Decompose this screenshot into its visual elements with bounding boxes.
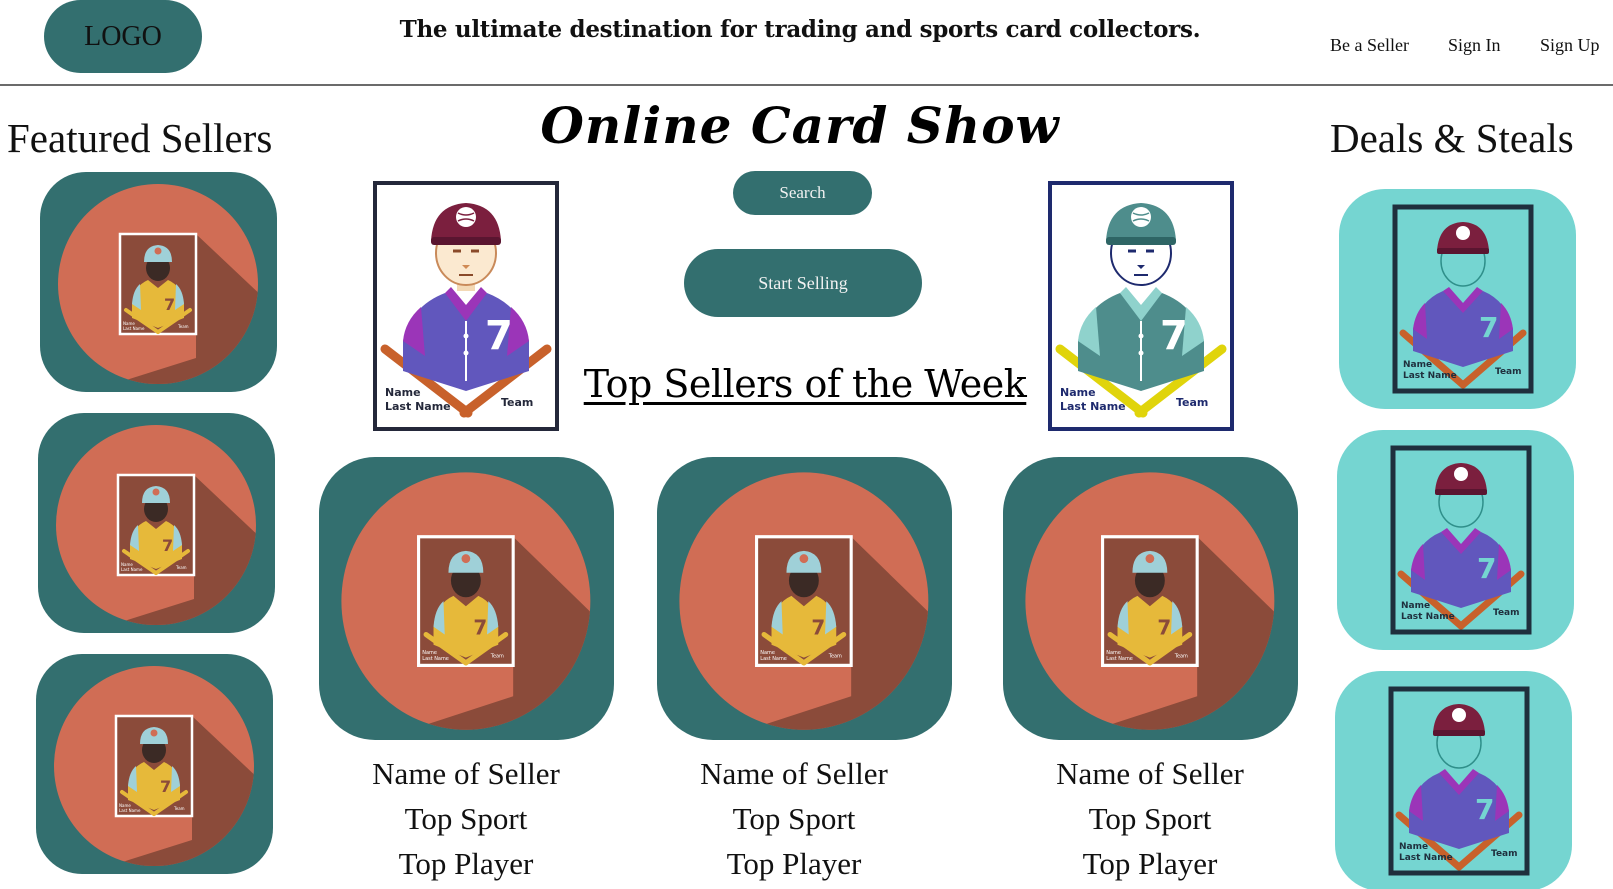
baseball-player-icon: [1337, 430, 1574, 650]
baseball-card-icon: [657, 457, 952, 740]
top-seller-info: Name of Seller Top Sport Top Player: [1003, 751, 1297, 886]
baseball-card-icon: [40, 172, 277, 392]
baseball-player-icon: [1339, 189, 1576, 409]
site-header: LOGO The ultimate destination for tradin…: [0, 0, 1613, 86]
deal-tile[interactable]: [1337, 430, 1574, 650]
deal-tile[interactable]: [1339, 189, 1576, 409]
seller-top-player: Top Player: [726, 846, 862, 881]
seller-name[interactable]: Name of Seller: [1003, 751, 1297, 796]
baseball-player-icon: 7 Name Last Name Team: [373, 181, 559, 431]
baseball-player-icon: 7 Name Last Name Team: [1048, 181, 1234, 431]
sign-in-link[interactable]: Sign In: [1448, 35, 1501, 56]
seller-top-sport: Top Sport: [732, 801, 856, 836]
featured-seller-tile[interactable]: [38, 413, 275, 633]
svg-text:Name: Name: [385, 386, 421, 399]
svg-text:Last Name: Last Name: [385, 400, 451, 413]
baseball-card-icon: [1003, 457, 1298, 740]
start-selling-button[interactable]: Start Selling: [684, 249, 922, 317]
top-seller-info: Name of Seller Top Sport Top Player: [647, 751, 941, 886]
baseball-card-icon: [36, 654, 273, 874]
seller-name[interactable]: Name of Seller: [319, 751, 613, 796]
site-tagline: The ultimate destination for trading and…: [399, 16, 1201, 43]
top-seller-tile[interactable]: [657, 457, 952, 740]
svg-text:Team: Team: [501, 396, 533, 409]
svg-text:Name: Name: [1060, 386, 1096, 399]
deal-tile[interactable]: [1335, 671, 1572, 889]
player-number: 7: [1160, 313, 1188, 359]
top-sellers-heading: Top Sellers of the Week: [583, 362, 1027, 406]
seller-top-sport: Top Sport: [404, 801, 528, 836]
featured-player-card[interactable]: 7 Name Last Name Team: [373, 181, 559, 431]
top-seller-info: Name of Seller Top Sport Top Player: [319, 751, 613, 886]
svg-text:Team: Team: [1176, 396, 1208, 409]
featured-player-card[interactable]: 7 Name Last Name Team: [1048, 181, 1234, 431]
svg-text:Last Name: Last Name: [1060, 400, 1126, 413]
baseball-player-icon: [1335, 671, 1572, 889]
featured-seller-tile[interactable]: [36, 654, 273, 874]
search-button[interactable]: Search: [733, 171, 872, 215]
featured-sellers-title: Featured Sellers: [7, 115, 273, 161]
page-title: Online Card Show: [540, 96, 1060, 155]
baseball-card-icon: [319, 457, 614, 740]
logo-button[interactable]: LOGO: [44, 0, 202, 73]
seller-name[interactable]: Name of Seller: [647, 751, 941, 796]
featured-seller-tile[interactable]: [40, 172, 277, 392]
seller-top-sport: Top Sport: [1088, 801, 1212, 836]
baseball-card-icon: [38, 413, 275, 633]
top-seller-tile[interactable]: [319, 457, 614, 740]
sign-up-link[interactable]: Sign Up: [1540, 35, 1600, 56]
seller-top-player: Top Player: [398, 846, 534, 881]
deals-steals-title: Deals & Steals: [1330, 115, 1574, 161]
seller-top-player: Top Player: [1082, 846, 1218, 881]
player-number: 7: [485, 313, 513, 359]
top-seller-tile[interactable]: [1003, 457, 1298, 740]
be-a-seller-link[interactable]: Be a Seller: [1330, 35, 1409, 56]
